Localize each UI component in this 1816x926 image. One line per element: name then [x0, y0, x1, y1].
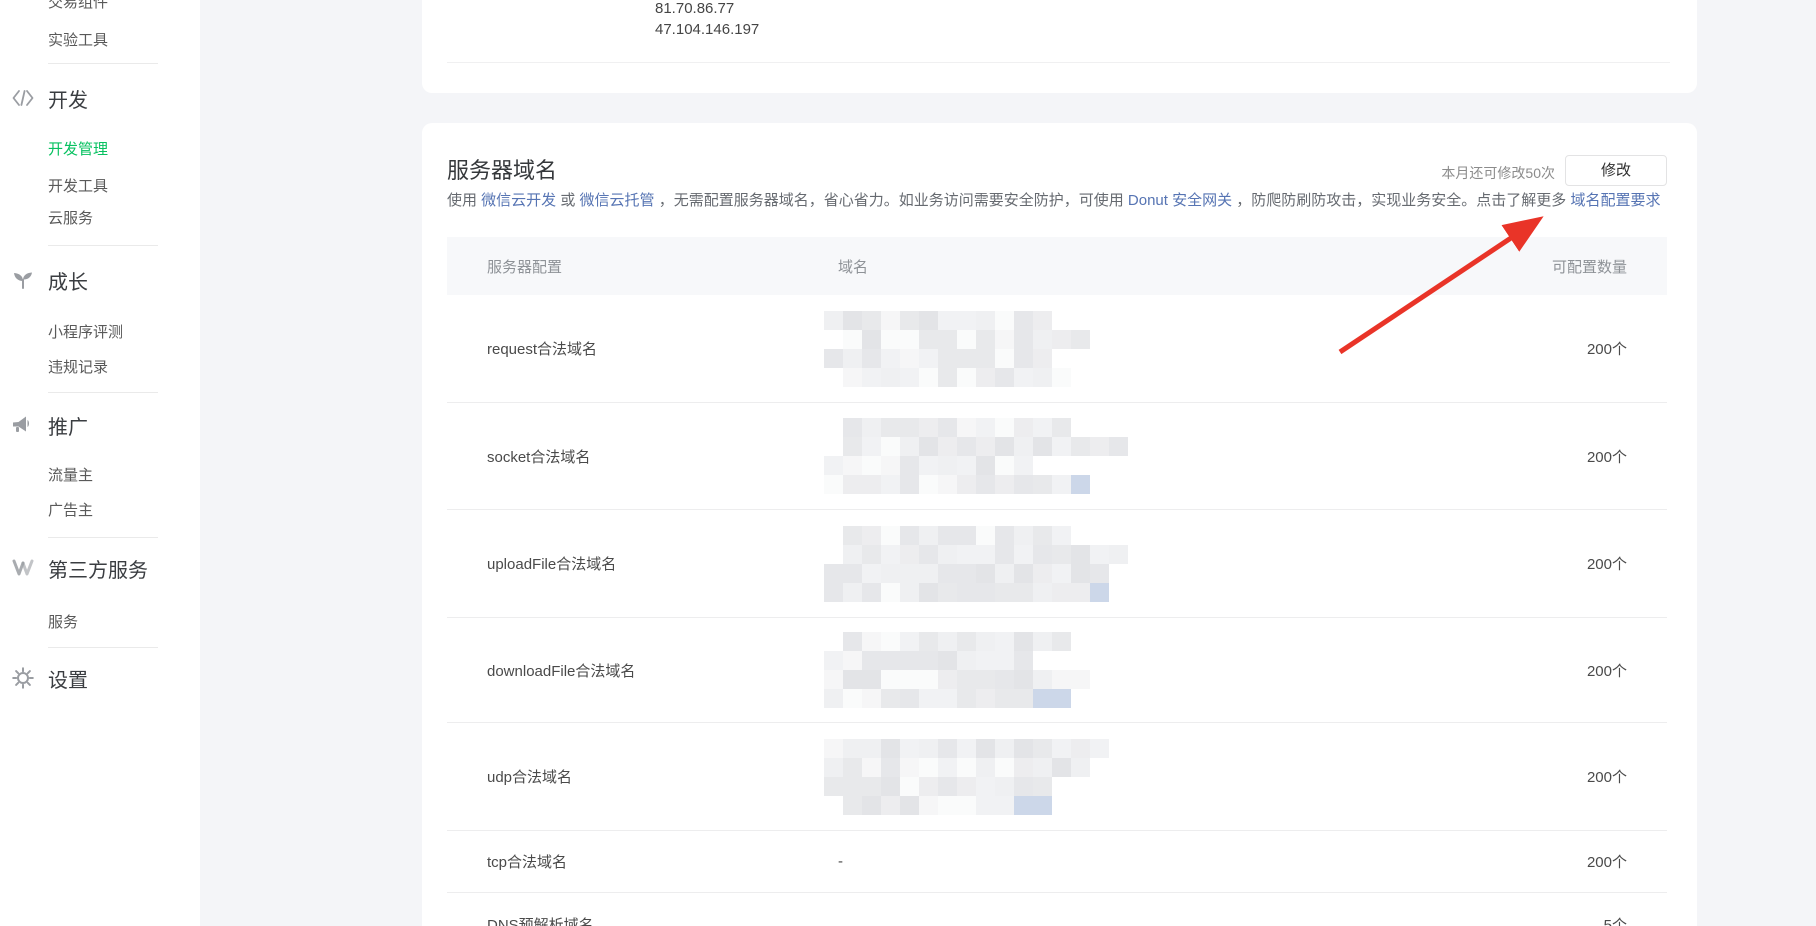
gear-icon: [11, 666, 35, 690]
table-row-request: request合法域名 200个: [447, 295, 1667, 403]
ip-whitelist-card: 81.70.86.77 47.104.146.197: [422, 0, 1697, 93]
desc-text: ，防爬防刷防攻击，实现业务安全。点击了解更多: [1232, 192, 1570, 209]
megaphone-icon: [11, 413, 35, 437]
sidebar-section-third-party-service[interactable]: 第三方服务: [48, 554, 148, 583]
code-icon: [11, 86, 35, 110]
redacted-domain-blur: [824, 526, 1467, 602]
link-domain-config-requirements[interactable]: 域名配置要求: [1570, 192, 1660, 209]
card-divider: [447, 62, 1670, 63]
sidebar: 交易组件 实验工具 开发 开发管理 开发工具 云服务 成长 小程序评测 违规记录…: [0, 0, 200, 926]
link-wechat-cloud-hosting[interactable]: 微信云托管: [580, 192, 655, 209]
row-count: 200个: [1467, 851, 1667, 872]
sidebar-item-violation-records[interactable]: 违规记录: [48, 356, 108, 377]
domain-table: 服务器配置 域名 可配置数量 request合法域名 200个 socket合法…: [447, 237, 1667, 926]
row-config-label: DNS预解析域名: [447, 914, 838, 926]
table-row-socket: socket合法域名 200个: [447, 403, 1667, 510]
sidebar-item-miniprogram-evaluation[interactable]: 小程序评测: [48, 321, 123, 342]
desc-text: 使用: [447, 192, 481, 209]
sidebar-divider: [48, 245, 158, 246]
sidebar-item-traffic-owner[interactable]: 流量主: [48, 464, 93, 485]
row-count: 200个: [1467, 660, 1667, 681]
row-count: 200个: [1467, 446, 1667, 467]
sidebar-item-develop-management[interactable]: 开发管理: [48, 138, 108, 159]
redacted-domain-blur: [824, 311, 1467, 387]
row-config-label: socket合法域名: [447, 446, 838, 467]
sprout-icon: [11, 268, 35, 292]
table-row-downloadfile: downloadFile合法域名 200个: [447, 618, 1667, 723]
sidebar-item-experiment-tools[interactable]: 实验工具: [48, 29, 108, 50]
row-domain-value: -: [838, 853, 1467, 870]
table-row-udp: udp合法域名 200个: [447, 723, 1667, 831]
sidebar-item-develop-tools[interactable]: 开发工具: [48, 175, 108, 196]
row-config-label: udp合法域名: [447, 766, 838, 787]
modify-button[interactable]: 修改: [1565, 155, 1667, 186]
server-domain-description: 使用 微信云开发 或 微信云托管 ，无需配置服务器域名，省心省力。如业务访问需要…: [447, 189, 1660, 210]
col-header-domain: 域名: [838, 256, 1467, 277]
link-donut-security-gateway[interactable]: Donut 安全网关: [1128, 192, 1232, 209]
desc-text: ，无需配置服务器域名，省心省力。如业务访问需要安全防护，可使用: [655, 192, 1128, 209]
redacted-domain-blur: [824, 739, 1467, 815]
third-party-icon: [11, 556, 35, 580]
row-config-label: downloadFile合法域名: [447, 660, 838, 681]
row-config-label: tcp合法域名: [447, 851, 838, 872]
sidebar-section-promotion[interactable]: 推广: [48, 411, 88, 440]
sidebar-divider: [48, 647, 158, 648]
redacted-domain-blur: [824, 632, 1467, 708]
table-row-tcp: tcp合法域名 - 200个: [447, 831, 1667, 893]
modify-quota-text: 本月还可修改50次: [1441, 163, 1555, 183]
table-header-row: 服务器配置 域名 可配置数量: [447, 237, 1667, 295]
table-row-dns-prefetch: DNS预解析域名 5个: [447, 893, 1667, 926]
table-row-uploadfile: uploadFile合法域名 200个: [447, 510, 1667, 618]
row-count: 200个: [1467, 766, 1667, 787]
sidebar-item-service[interactable]: 服务: [48, 611, 78, 632]
sidebar-item-cloud-service[interactable]: 云服务: [48, 207, 93, 228]
server-domain-card: 服务器域名 本月还可修改50次 修改 使用 微信云开发 或 微信云托管 ，无需配…: [422, 123, 1697, 926]
sidebar-divider: [48, 63, 158, 64]
row-config-label: uploadFile合法域名: [447, 553, 838, 574]
row-count: 5个: [1467, 914, 1667, 926]
ip-address: 81.70.86.77: [655, 0, 734, 17]
page-title: 服务器域名: [447, 153, 557, 185]
sidebar-section-develop[interactable]: 开发: [48, 84, 88, 113]
sidebar-divider: [48, 392, 158, 393]
ip-address: 47.104.146.197: [655, 21, 759, 38]
sidebar-item-advertiser[interactable]: 广告主: [48, 499, 93, 520]
row-count: 200个: [1467, 553, 1667, 574]
sidebar-divider: [48, 537, 158, 538]
sidebar-section-growth[interactable]: 成长: [48, 266, 88, 295]
link-wechat-cloud-dev[interactable]: 微信云开发: [481, 192, 556, 209]
row-config-label: request合法域名: [447, 338, 838, 359]
redacted-domain-blur: [824, 418, 1467, 494]
row-count: 200个: [1467, 338, 1667, 359]
sidebar-section-settings[interactable]: 设置: [48, 664, 88, 693]
desc-text: 或: [556, 192, 579, 209]
col-header-server-config: 服务器配置: [447, 256, 838, 277]
sidebar-item-transaction-components[interactable]: 交易组件: [48, 0, 108, 12]
col-header-count: 可配置数量: [1467, 256, 1667, 277]
